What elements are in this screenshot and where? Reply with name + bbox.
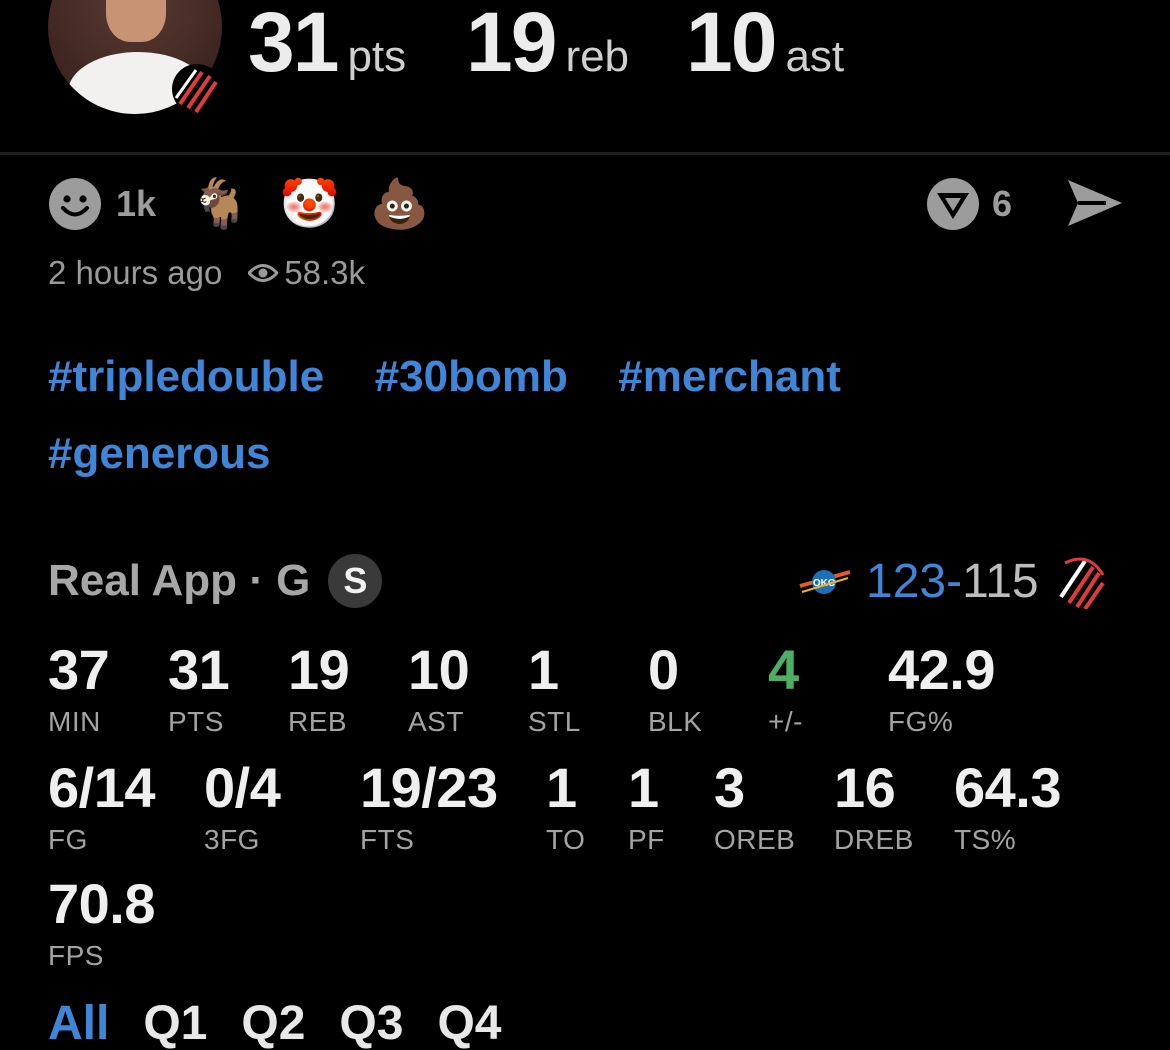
stat-label: 3FG bbox=[204, 824, 260, 855]
tab-q1[interactable]: Q1 bbox=[143, 1000, 207, 1048]
hashtag[interactable]: #merchant bbox=[618, 352, 841, 401]
header-ast-value: 10 bbox=[686, 0, 777, 89]
stat-fps: 70.8 FPS bbox=[48, 872, 156, 972]
stat-pf: 1 PF bbox=[628, 760, 665, 856]
header-pts: 31 pts bbox=[248, 0, 406, 84]
blazers-logo-icon bbox=[1058, 557, 1105, 609]
tab-q4[interactable]: Q4 bbox=[437, 1000, 501, 1048]
share-send-icon[interactable] bbox=[1066, 178, 1124, 228]
stat-label: FG bbox=[48, 824, 88, 855]
stat-dreb: 16 DREB bbox=[834, 760, 914, 856]
stat-label: FPS bbox=[48, 940, 104, 971]
stat-value: 64.3 bbox=[954, 756, 1062, 819]
views-eye-icon bbox=[248, 264, 279, 282]
post-time: 2 hours ago bbox=[48, 254, 223, 291]
header-pts-unit: pts bbox=[347, 32, 407, 81]
period-tabs: All Q1 Q2 Q3 Q4 bbox=[48, 1000, 535, 1048]
header-ast-unit: ast bbox=[785, 32, 845, 81]
smile-reaction-icon[interactable] bbox=[48, 177, 102, 231]
game-score[interactable]: OKC 123 - 115 bbox=[798, 554, 1105, 609]
stat-label: STL bbox=[528, 706, 581, 737]
stat-reb: 19 REB bbox=[288, 638, 350, 738]
stat-value: 19/23 bbox=[360, 756, 498, 819]
stat-fg: 6/14 FG bbox=[48, 756, 156, 856]
avatar-face bbox=[106, 0, 166, 42]
stat-label: TO bbox=[546, 824, 586, 855]
stat-value: 16 bbox=[834, 756, 896, 819]
stat-value: 42.9 bbox=[888, 638, 996, 701]
comment-icon bbox=[927, 178, 979, 230]
header-reb-unit: reb bbox=[565, 32, 630, 81]
source-badge: S bbox=[328, 554, 383, 608]
reaction-bar: 1k 🐐 🤡 💩 bbox=[48, 176, 459, 232]
stat-label: BLK bbox=[648, 706, 703, 737]
header-reb-value: 19 bbox=[466, 0, 557, 89]
stat-to: 1 TO bbox=[546, 760, 585, 856]
stat-value: 37 bbox=[48, 638, 110, 701]
header-pts-value: 31 bbox=[248, 0, 339, 89]
stat-ast: 10 AST bbox=[408, 638, 470, 738]
clown-reaction-icon[interactable]: 🤡 bbox=[280, 180, 340, 228]
stat-value: 4 bbox=[768, 638, 799, 701]
hashtag[interactable]: #tripledouble bbox=[48, 352, 324, 401]
stat-label: +/- bbox=[768, 706, 803, 737]
stat-label: AST bbox=[408, 706, 464, 737]
stat-label: REB bbox=[288, 706, 348, 737]
stat-label: DREB bbox=[834, 824, 914, 855]
stat-value: 0/4 bbox=[204, 756, 281, 819]
view-count: 58.3k bbox=[284, 254, 366, 291]
stat-value: 6/14 bbox=[48, 756, 156, 819]
stat-label: FTS bbox=[360, 824, 415, 855]
stat-value: 0 bbox=[648, 638, 679, 701]
source-label: Real App · G bbox=[48, 556, 311, 605]
reaction-count[interactable]: 1k bbox=[116, 183, 156, 225]
stat-value: 1 bbox=[628, 756, 659, 819]
header-ast: 10 ast bbox=[686, 0, 844, 84]
post-meta: 2 hours ago 58.3k bbox=[48, 254, 365, 292]
stat-label: OREB bbox=[714, 824, 796, 855]
comment-count: 6 bbox=[992, 183, 1013, 224]
header-reb: 19 reb bbox=[466, 0, 629, 84]
stat-value: 19 bbox=[288, 638, 350, 701]
stat-value: 1 bbox=[546, 756, 577, 819]
hashtag[interactable]: #generous bbox=[48, 429, 271, 478]
stat-fg-pct: 42.9 FG% bbox=[888, 638, 996, 738]
score-home: 123 bbox=[866, 555, 947, 608]
tab-all[interactable]: All bbox=[48, 1000, 109, 1048]
stat-blk: 0 BLK bbox=[648, 642, 702, 738]
stat-min: 37 MIN bbox=[48, 638, 110, 738]
stat-label: PTS bbox=[168, 706, 224, 737]
poop-reaction-icon[interactable]: 💩 bbox=[370, 180, 430, 228]
stat-plus-minus: 4 +/- bbox=[768, 642, 803, 738]
stat-label: PF bbox=[628, 824, 665, 855]
stat-oreb: 3 OREB bbox=[714, 760, 795, 856]
stat-value: 70.8 bbox=[48, 872, 156, 935]
stat-value: 1 bbox=[528, 638, 559, 701]
hashtag-list: #tripledouble #30bomb #merchant #generou… bbox=[48, 352, 1048, 507]
score-dash: - bbox=[946, 555, 963, 608]
stat-label: FG% bbox=[888, 706, 954, 737]
stat-fts: 19/23 FTS bbox=[360, 760, 498, 856]
stat-label: TS% bbox=[954, 824, 1017, 855]
header-divider bbox=[0, 152, 1170, 155]
okc-logo-icon: OKC bbox=[799, 569, 851, 594]
stat-value: 10 bbox=[408, 638, 470, 701]
score-away: 115 bbox=[962, 555, 1039, 608]
goat-reaction-icon[interactable]: 🐐 bbox=[190, 180, 250, 228]
tab-q2[interactable]: Q2 bbox=[241, 1000, 305, 1048]
hashtag[interactable]: #30bomb bbox=[375, 352, 568, 401]
stat-stl: 1 STL bbox=[528, 642, 581, 738]
tab-q3[interactable]: Q3 bbox=[339, 1000, 403, 1048]
stat-ts-pct: 64.3 TS% bbox=[954, 756, 1062, 856]
stat-label: MIN bbox=[48, 706, 101, 737]
team-badge-icon bbox=[172, 64, 222, 114]
game-source: Real App · G S bbox=[48, 554, 383, 608]
stat-value: 31 bbox=[168, 638, 230, 701]
stat-pts: 31 PTS bbox=[168, 638, 230, 738]
comments-button[interactable]: 6 bbox=[926, 176, 1012, 232]
stat-value: 3 bbox=[714, 756, 745, 819]
stat-3fg: 0/4 3FG bbox=[204, 756, 281, 856]
